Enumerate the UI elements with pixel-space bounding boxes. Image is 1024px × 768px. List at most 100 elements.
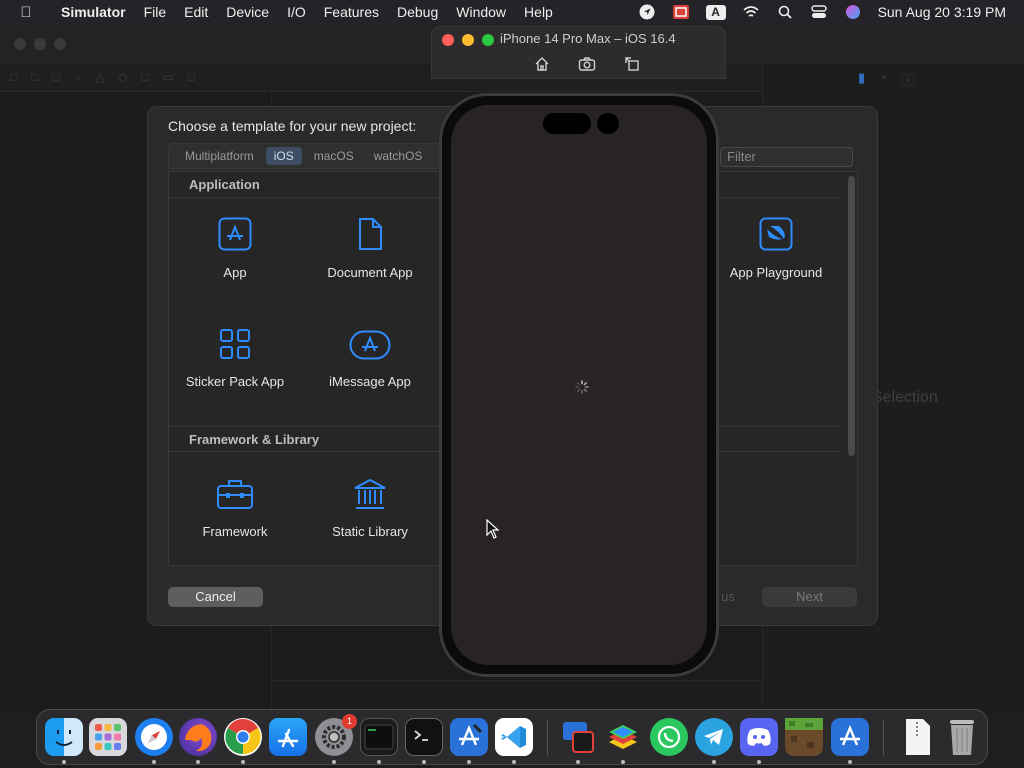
no-selection-label: Selection: [872, 389, 938, 406]
archive-file-icon[interactable]: [899, 718, 937, 756]
discord-icon[interactable]: [740, 718, 778, 756]
template-list-scrollbar[interactable]: [848, 176, 855, 456]
running-indicator: [422, 760, 426, 764]
template-framework[interactable]: Framework: [170, 478, 300, 539]
symbol-icon[interactable]: □: [53, 70, 60, 84]
apple-menu-icon[interactable]: : [0, 4, 52, 21]
rotate-icon[interactable]: [624, 56, 640, 72]
menu-help[interactable]: Help: [515, 4, 562, 20]
app-store-icon: [218, 217, 252, 251]
location-icon[interactable]: [638, 3, 656, 21]
xcode-debug-bar: [272, 680, 762, 710]
simulator-toolbar: [534, 56, 640, 72]
tab-multiplatform[interactable]: Multiplatform: [177, 147, 262, 165]
toolbox-icon: [217, 480, 253, 509]
running-indicator: [467, 760, 471, 764]
history-inspector-icon[interactable]: ◔: [879, 70, 887, 89]
template-app[interactable]: App: [170, 217, 300, 280]
loading-spinner-icon: [575, 380, 589, 394]
close-button[interactable]: [442, 34, 454, 46]
menu-app-name[interactable]: Simulator: [52, 4, 135, 20]
issue-icon[interactable]: △: [95, 70, 104, 84]
trash-icon[interactable]: [943, 718, 981, 756]
folder-icon[interactable]: □: [10, 70, 17, 84]
source-control-icon[interactable]: □: [31, 70, 38, 84]
template-label: App Playground: [729, 265, 823, 280]
running-indicator: [377, 760, 381, 764]
next-button[interactable]: Next: [762, 587, 857, 607]
menu-device[interactable]: Device: [217, 4, 278, 20]
zoom-button[interactable]: [482, 34, 494, 46]
screenshot-icon[interactable]: [578, 56, 596, 72]
template-label: Framework: [202, 524, 268, 539]
minimize-button[interactable]: [462, 34, 474, 46]
file-inspector-icon[interactable]: ▮: [858, 70, 865, 89]
finder-icon[interactable]: [45, 718, 83, 756]
filter-input[interactable]: Filter: [720, 147, 853, 167]
search-icon[interactable]: [776, 3, 794, 21]
iphone-screen[interactable]: [451, 105, 707, 665]
menu-clock[interactable]: Sun Aug 20 3:19 PM: [878, 4, 1006, 20]
activity-monitor-icon[interactable]: [360, 718, 398, 756]
breakpoint-icon[interactable]: ▭: [163, 70, 174, 84]
bluestacks-icon[interactable]: [604, 718, 642, 756]
running-indicator: [152, 760, 156, 764]
siri-icon[interactable]: [844, 3, 862, 21]
menu-window[interactable]: Window: [447, 4, 515, 20]
template-imessage-app[interactable]: iMessage App: [305, 330, 435, 389]
menu-debug[interactable]: Debug: [388, 4, 447, 20]
notification-badge: 1: [342, 714, 357, 729]
report-icon[interactable]: □: [188, 70, 195, 84]
mouse-cursor-icon: [486, 519, 500, 539]
simulator-dock-icon[interactable]: [559, 718, 597, 756]
menu-file[interactable]: File: [135, 4, 176, 20]
template-sticker-pack-app[interactable]: Sticker Pack App: [170, 328, 300, 389]
debug-icon[interactable]: □: [141, 70, 148, 84]
dock: 1: [36, 709, 988, 765]
template-document-app[interactable]: Document App: [305, 217, 435, 280]
template-static-library[interactable]: Static Library: [305, 478, 435, 539]
wifi-icon[interactable]: [742, 3, 760, 21]
menu-io[interactable]: I/O: [278, 4, 315, 20]
app-store-dock-icon[interactable]: [269, 718, 307, 756]
imessage-icon: [349, 330, 391, 360]
tab-ios[interactable]: iOS: [265, 147, 302, 165]
running-indicator: [848, 760, 852, 764]
test-icon[interactable]: ◇: [118, 70, 127, 84]
running-indicator: [332, 760, 336, 764]
menu-edit[interactable]: Edit: [175, 4, 217, 20]
terminal-icon[interactable]: [405, 718, 443, 756]
tab-macos[interactable]: macOS: [306, 147, 362, 165]
launchpad-icon[interactable]: [89, 718, 127, 756]
xcode-icon[interactable]: [450, 718, 488, 756]
vscode-icon[interactable]: [495, 718, 533, 756]
menu-features[interactable]: Features: [315, 4, 388, 20]
dock-separator: [547, 720, 548, 756]
running-indicator: [196, 760, 200, 764]
simulator-window-controls: [442, 34, 494, 46]
xcode-inspector-icons: ▮ ◔ ⓘ: [858, 70, 914, 89]
home-icon[interactable]: [534, 56, 550, 72]
template-label: Static Library: [332, 524, 408, 539]
chrome-icon[interactable]: [224, 718, 262, 756]
screen-mirror-icon[interactable]: [672, 3, 690, 21]
help-inspector-icon[interactable]: ⓘ: [901, 70, 914, 89]
template-app-playground[interactable]: App Playground: [711, 217, 841, 280]
cancel-button[interactable]: Cancel: [168, 587, 263, 607]
find-icon[interactable]: ○: [74, 70, 81, 84]
xcode-installer-icon[interactable]: [831, 718, 869, 756]
firefox-icon[interactable]: [179, 718, 217, 756]
minecraft-icon[interactable]: [785, 718, 823, 756]
library-icon: [354, 478, 386, 509]
control-center-icon[interactable]: [810, 3, 828, 21]
tab-watchos[interactable]: watchOS: [366, 147, 431, 165]
xcode-navigator-icons: □ □ □ ○ △ ◇ □ ▭ □: [10, 70, 195, 84]
whatsapp-icon[interactable]: [650, 718, 688, 756]
system-settings-icon[interactable]: 1: [315, 714, 357, 756]
telegram-icon[interactable]: [695, 718, 733, 756]
running-indicator: [621, 760, 625, 764]
running-indicator: [712, 760, 716, 764]
document-icon: [359, 218, 382, 250]
input-source-icon[interactable]: A: [705, 4, 726, 20]
safari-icon[interactable]: [135, 718, 173, 756]
